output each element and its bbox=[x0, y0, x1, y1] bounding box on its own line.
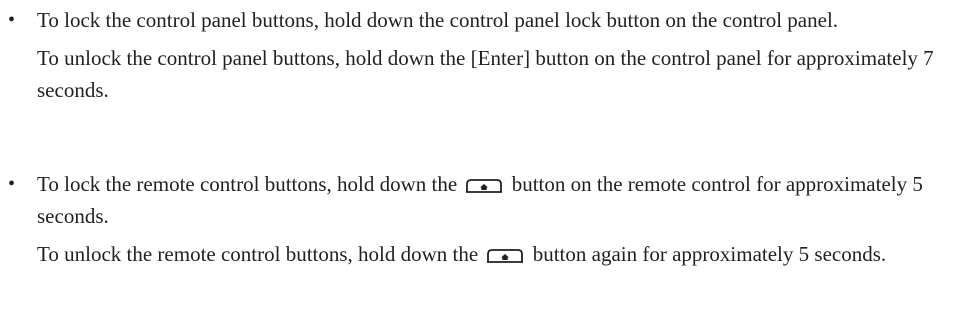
text-segment: To unlock the remote control buttons, ho… bbox=[37, 242, 479, 266]
list-item-text: To lock the control panel buttons, hold … bbox=[37, 4, 942, 106]
bullet: • bbox=[8, 173, 16, 195]
text-segment: To lock the remote control buttons, hold… bbox=[37, 172, 458, 196]
paragraph-lock-remote-control: To lock the remote control buttons, hold… bbox=[37, 168, 942, 232]
home-button-icon bbox=[486, 248, 524, 263]
list-item-text: To lock the remote control buttons, hold… bbox=[37, 168, 942, 270]
instruction-document: • To lock the control panel buttons, hol… bbox=[0, 0, 953, 323]
paragraph-unlock-control-panel: To unlock the control panel buttons, hol… bbox=[37, 46, 934, 102]
bullet: • bbox=[8, 9, 16, 31]
home-button-icon bbox=[465, 178, 503, 193]
paragraph-unlock-remote-control: To unlock the remote control buttons, ho… bbox=[37, 238, 942, 270]
paragraph-lock-control-panel: To lock the control panel buttons, hold … bbox=[37, 8, 839, 32]
text-segment: button again for approximately 5 seconds… bbox=[532, 242, 887, 266]
